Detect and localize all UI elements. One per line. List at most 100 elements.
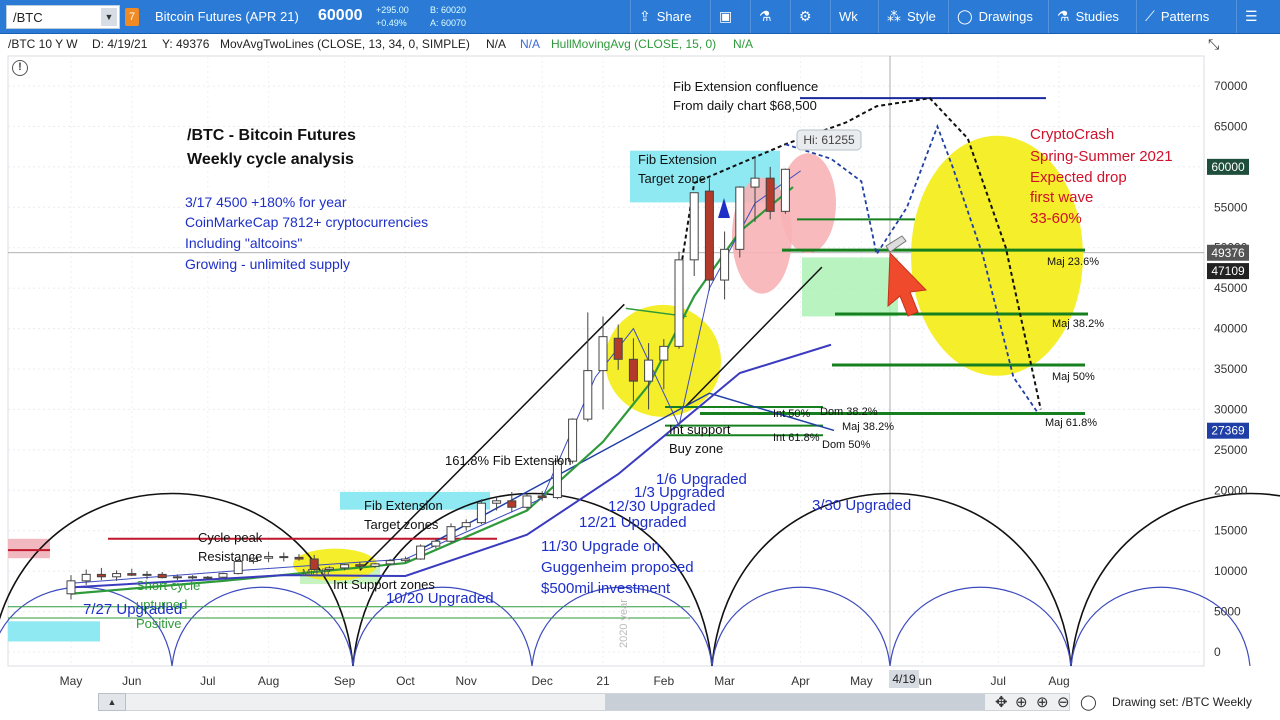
x-tick-label: Nov	[456, 674, 477, 688]
x-tick-label: May	[60, 674, 83, 688]
x-tick-label: Mar	[714, 674, 735, 688]
crosshair-icon[interactable]: ⊕	[1015, 693, 1028, 711]
candle-body	[400, 558, 410, 562]
candle-body	[507, 500, 517, 508]
x-tick-label: Feb	[653, 674, 674, 688]
scrollbar-thumb[interactable]	[605, 694, 985, 710]
y-tick-label: 40000	[1214, 322, 1248, 336]
x-tick-label: Jul	[200, 674, 215, 688]
note: 10/20 Upgraded	[386, 590, 494, 607]
date-badge-label: 4/19	[892, 672, 916, 686]
candle-body	[537, 495, 547, 499]
note: 3/30 Upgraded	[812, 497, 911, 514]
note: Maj 38.2%	[842, 421, 894, 433]
candle-body	[598, 336, 608, 372]
note: 11/30 Upgrade on	[541, 538, 660, 555]
y-tick-label: 0	[1214, 645, 1221, 659]
y-tick-label: 35000	[1214, 362, 1248, 376]
note: Fib Extension	[364, 498, 443, 513]
candle-body	[765, 177, 775, 212]
y-tick-label: 45000	[1214, 281, 1248, 295]
candle-body	[628, 358, 638, 382]
fib-level-label: Maj 50%	[1052, 371, 1095, 383]
y-tick-label: 65000	[1214, 119, 1248, 133]
cycle-arc	[1070, 586, 1251, 667]
drawing-set-label: Drawing set: /BTC Weekly	[1112, 695, 1252, 709]
note: Mid fb	[302, 568, 330, 579]
cyan-zone	[8, 621, 100, 642]
note: Growing - unlimited supply	[185, 256, 350, 272]
candle-body	[294, 556, 304, 560]
note: 33-60%	[1030, 210, 1082, 227]
y-tick-label: 55000	[1214, 200, 1248, 214]
note: Int support	[669, 422, 731, 437]
y-tick-label: 25000	[1214, 443, 1248, 457]
note: 3/17 4500 +180% for year	[185, 194, 347, 210]
note: Guggenheim proposed	[541, 559, 694, 576]
note: Target zones	[364, 517, 439, 532]
y-tick-label: 70000	[1214, 79, 1248, 93]
note: 7/27 Upgraded	[83, 601, 182, 618]
zoom-out-icon[interactable]: ⊖	[1057, 693, 1070, 711]
candle-body	[735, 186, 745, 250]
scroll-up-icon[interactable]: ▲	[98, 693, 126, 711]
x-tick-label: 21	[596, 674, 610, 688]
candle-body	[81, 573, 91, 582]
candle-body	[446, 526, 456, 542]
fib-level-label: Maj 38.2%	[1052, 318, 1104, 330]
candle-body	[355, 564, 365, 567]
candle-body	[142, 573, 152, 576]
price-label: 60000	[1211, 160, 1245, 174]
note: CryptoCrash	[1030, 126, 1114, 143]
candle-body	[583, 370, 593, 420]
candle-body	[96, 573, 106, 578]
candle-body	[340, 564, 350, 569]
note: Including "altcoins"	[185, 235, 302, 251]
chart-subtitle: Weekly cycle analysis	[187, 151, 354, 168]
candle-body	[66, 580, 76, 595]
candle-body	[461, 522, 471, 528]
green-zone	[802, 257, 898, 317]
candle-body	[704, 190, 714, 281]
x-tick-label: Oct	[396, 674, 415, 688]
price-chart[interactable]: 0 5000 10000 15000 20000 25000 30000 35000 40000…	[0, 0, 1280, 690]
cycle-arc	[1070, 492, 1280, 667]
x-tick-label: Jun	[122, 674, 141, 688]
y-tick-label: 5000	[1214, 605, 1241, 619]
candle-body	[218, 573, 228, 578]
x-tick-label: Apr	[791, 674, 810, 688]
cycle-arc	[711, 492, 1072, 667]
fit-icon[interactable]: ◯	[1080, 693, 1097, 711]
note: Dom 50%	[822, 439, 871, 451]
candle-body	[279, 556, 289, 559]
x-tick-label: Sep	[334, 674, 356, 688]
candle-body	[112, 573, 122, 578]
candle-body	[476, 502, 486, 524]
y-tick-label: 20000	[1214, 483, 1248, 497]
candle-body	[203, 576, 213, 579]
note: Short cycle	[136, 578, 200, 593]
candle-body	[522, 495, 532, 508]
note: Dom 38.2%	[820, 406, 878, 418]
note: first wave	[1030, 189, 1093, 206]
candle-body	[689, 192, 699, 261]
note: CoinMarkeCap 7812+ cryptocurrencies	[185, 214, 428, 230]
note: Expected drop	[1030, 169, 1127, 186]
cycle-arc	[889, 586, 1072, 667]
note: Cycle peak	[198, 530, 263, 545]
pan-icon[interactable]: ✥	[995, 693, 1008, 711]
note: 1/6 Upgraded	[656, 471, 747, 488]
candle-body	[720, 248, 730, 281]
note: $500mil investment	[541, 580, 671, 597]
yellow-ellipse	[605, 304, 721, 417]
note: From daily chart $68,500	[673, 98, 817, 113]
info-icon[interactable]: !	[12, 60, 28, 76]
zoom-in-icon[interactable]: ⊕	[1036, 693, 1049, 711]
candle-body	[750, 177, 760, 188]
y-axis: 0 5000 10000 15000 20000 25000 30000 35000 40000…	[1207, 79, 1249, 659]
candle-body	[385, 560, 395, 565]
candle-body	[264, 556, 274, 559]
note: 161.8% Fib Extension	[445, 453, 571, 468]
price-label: 27369	[1211, 424, 1245, 438]
cycle-arc	[171, 586, 354, 667]
